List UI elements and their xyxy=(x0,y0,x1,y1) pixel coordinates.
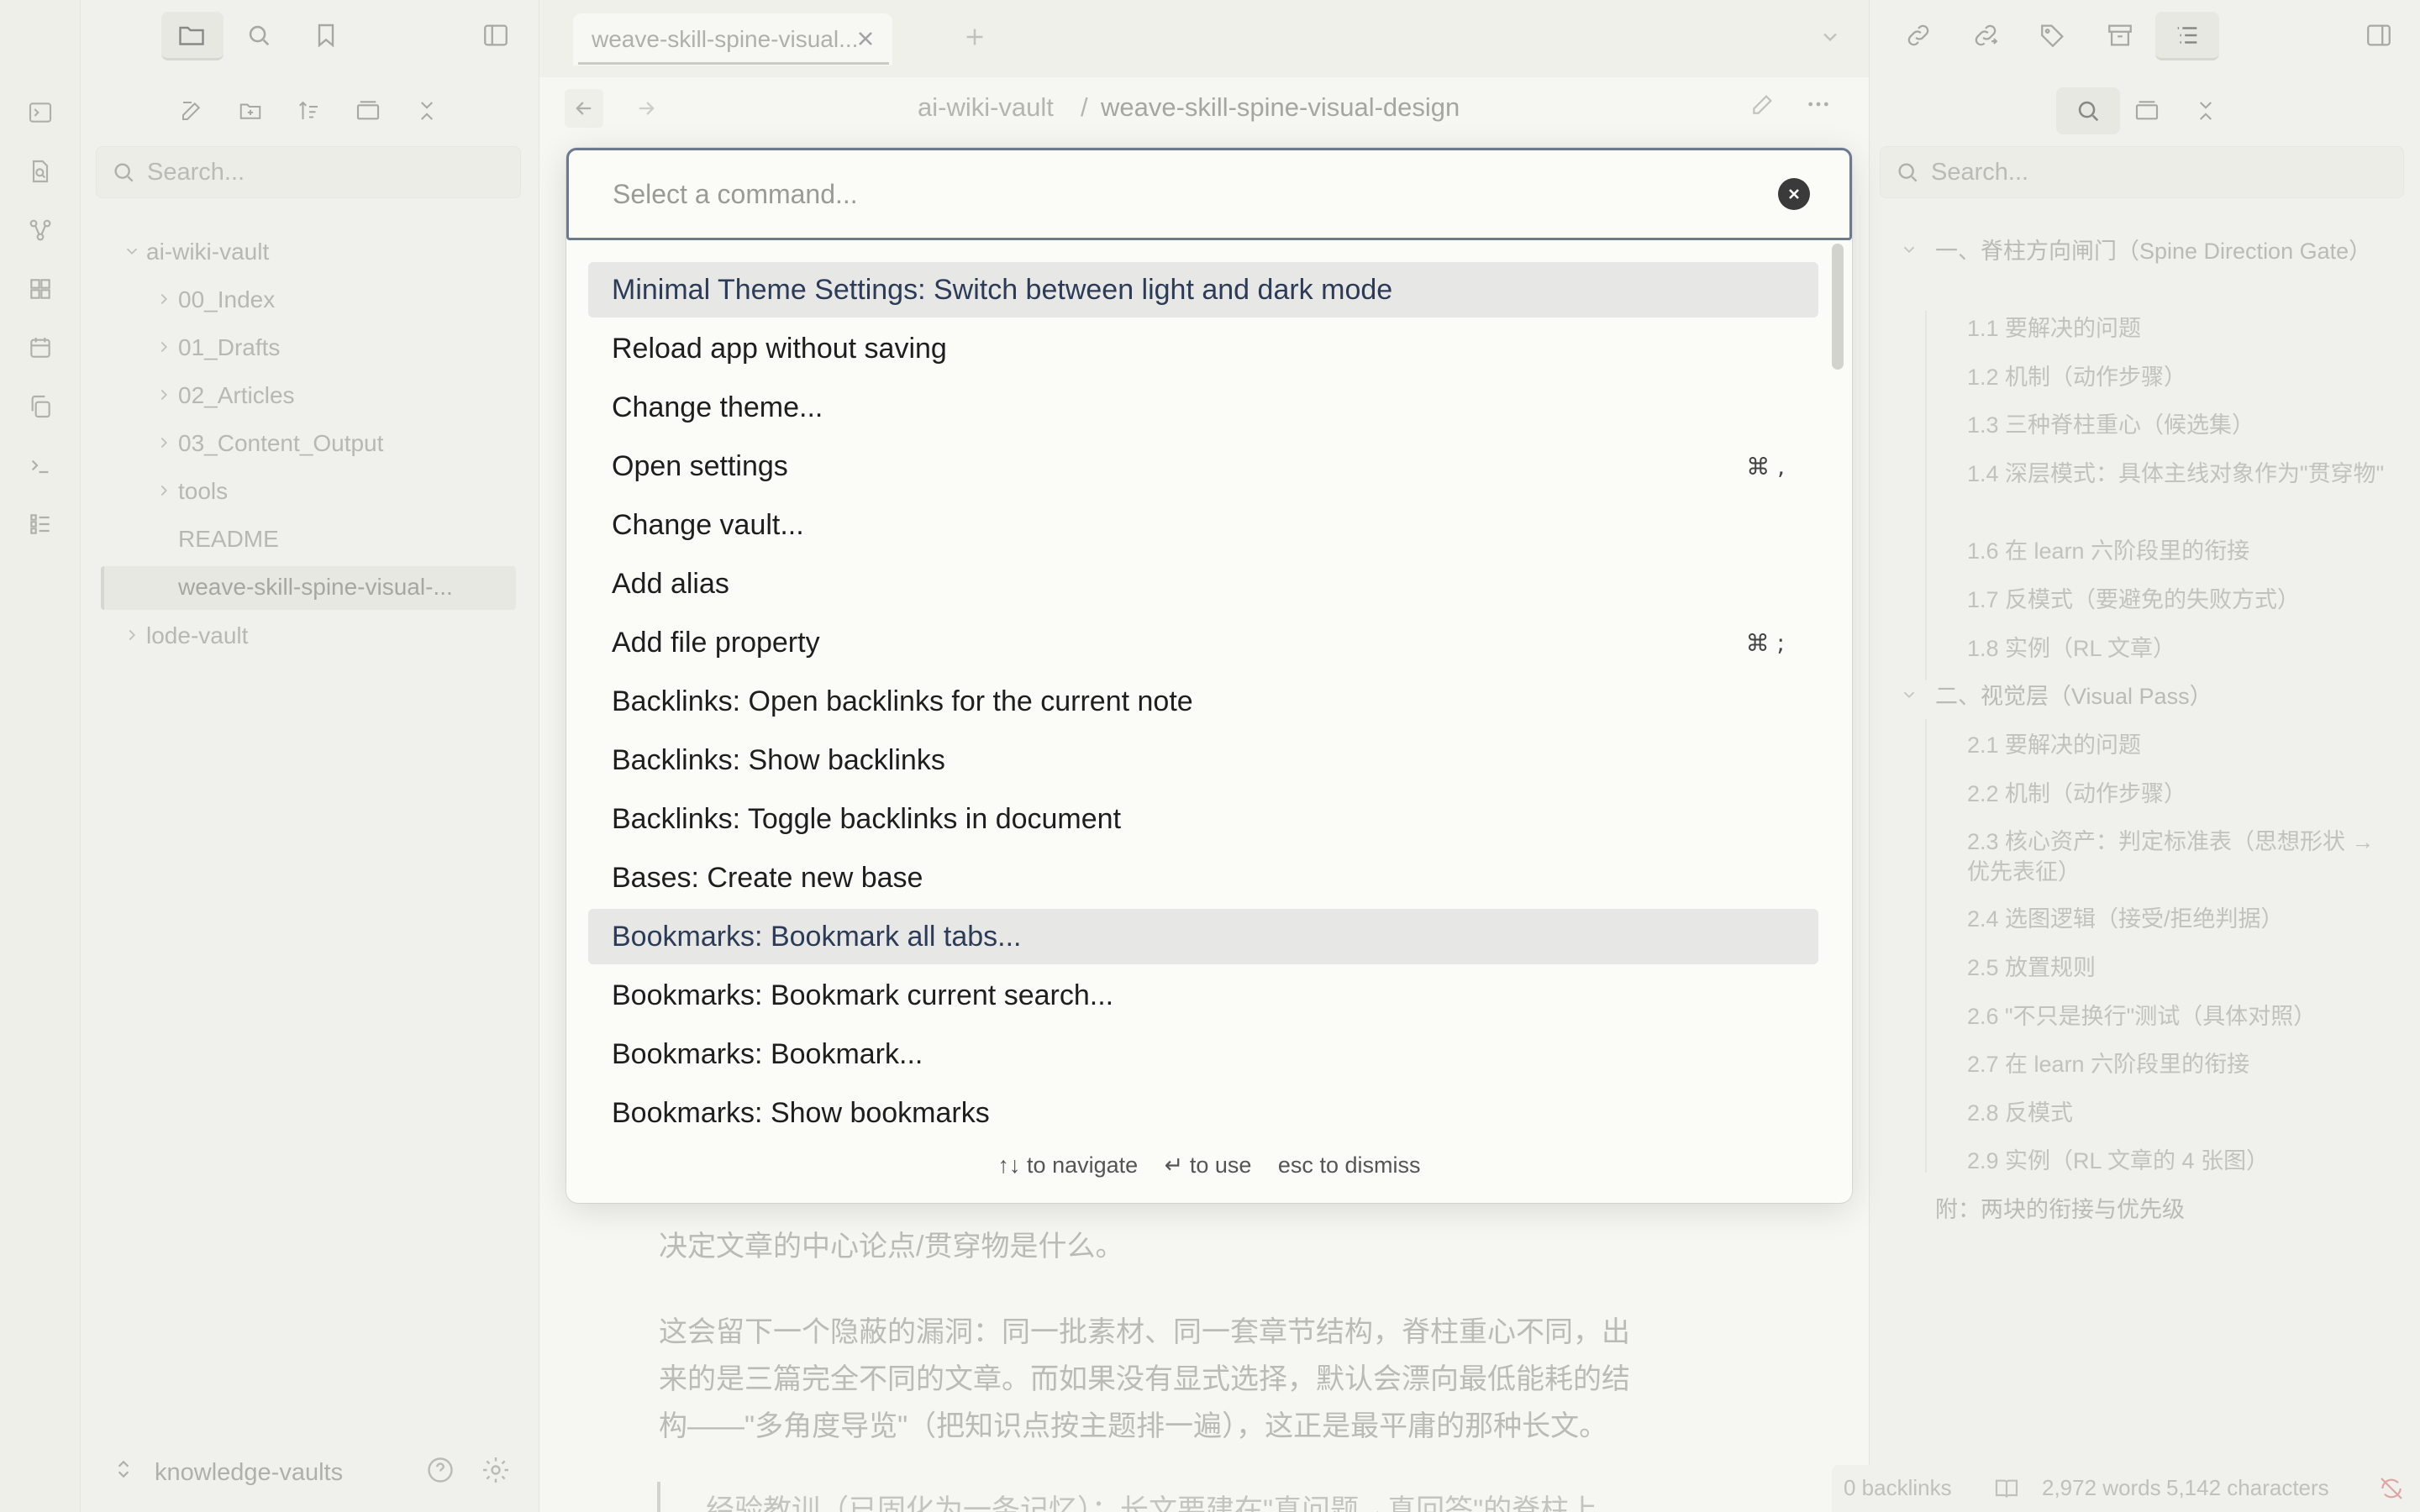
hotkey-label: ⌘ , xyxy=(1746,452,1785,480)
command-item[interactable]: Add file property ⌘ ; xyxy=(588,615,1818,670)
command-item[interactable]: Reload app without saving xyxy=(588,321,1818,376)
command-item-hovered[interactable]: Bookmarks: Bookmark all tabs... xyxy=(588,909,1818,964)
use-key: ↵ xyxy=(1164,1152,1184,1178)
command-item[interactable]: Backlinks: Show backlinks xyxy=(588,732,1818,788)
dismiss-key: esc xyxy=(1277,1152,1313,1178)
command-item[interactable]: Open settings ⌘ , xyxy=(588,438,1818,494)
scrollbar-thumb[interactable] xyxy=(1832,244,1844,370)
command-item[interactable]: Minimal Theme Settings: Switch between l… xyxy=(588,262,1818,318)
command-item[interactable]: Backlinks: Open backlinks for the curren… xyxy=(588,674,1818,729)
command-item[interactable]: Change vault... xyxy=(588,497,1818,553)
navigate-keys: ↑↓ xyxy=(997,1152,1021,1178)
command-palette: Minimal Theme Settings: Switch between l… xyxy=(566,148,1852,1203)
navigate-hint: to navigate xyxy=(1027,1152,1139,1178)
command-search-input[interactable] xyxy=(566,148,1852,240)
palette-footer: ↑↓ to navigate ↵ to use esc to dismiss xyxy=(566,1152,1852,1179)
command-item[interactable]: Change theme... xyxy=(588,380,1818,435)
command-item[interactable]: Bookmarks: Bookmark... xyxy=(588,1026,1818,1082)
dismiss-hint: to dismiss xyxy=(1319,1152,1421,1178)
command-item[interactable]: Add alias xyxy=(588,556,1818,612)
command-item[interactable]: Backlinks: Toggle backlinks in document xyxy=(588,791,1818,847)
hotkey-label: ⌘ ; xyxy=(1745,628,1785,657)
use-hint: to use xyxy=(1189,1152,1252,1178)
command-item[interactable]: Bases: Create new base xyxy=(588,850,1818,906)
command-item[interactable]: Bookmarks: Bookmark current search... xyxy=(588,968,1818,1023)
clear-input-icon[interactable] xyxy=(1778,178,1810,210)
command-list: Minimal Theme Settings: Switch between l… xyxy=(588,262,1818,1144)
command-item[interactable]: Bookmarks: Show bookmarks xyxy=(588,1085,1818,1141)
